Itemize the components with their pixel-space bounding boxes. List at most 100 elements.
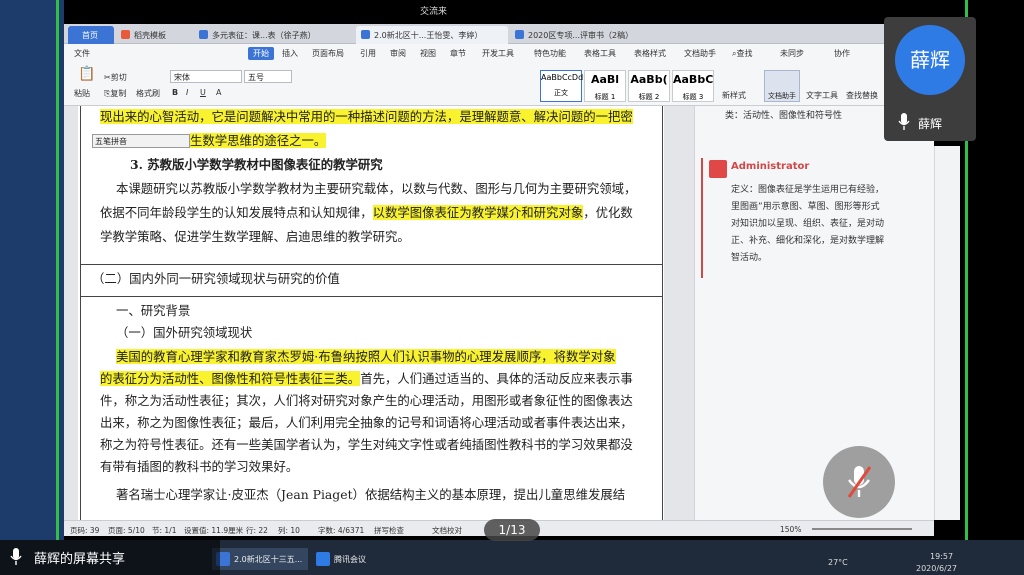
document-tab-bar: 首页 稻壳模板 多元表征：课...表（徐子燕） 2.0新北区十...王怡雯、李婷… [64,24,884,44]
italic-button[interactable]: I [186,88,188,97]
side-toolbar[interactable] [934,146,960,520]
doc-line: 学教学策略、促进学生数学理解、启迪思维的教学研究。 [100,229,410,244]
format-painter-button[interactable]: 格式刷 [136,88,160,99]
doc-line: 依据不同年龄段学生的认知发展特点和认知规律，以数学图像表征为教学媒介和研究对象，… [100,205,633,220]
doc-proof-button[interactable]: 文档校对 [432,525,462,536]
document-icon [199,30,208,39]
desktop-background [0,0,64,540]
meeting-icon [316,552,330,566]
tab-document-3[interactable]: 2020区专项...评审书（2稿） [510,26,660,44]
template-icon [121,30,130,39]
comment-author: Administrator [731,161,810,172]
table-row-divider [80,264,663,265]
ribbon-tab-insert[interactable]: 插入 [282,48,298,59]
ribbon-tab-doc-helper[interactable]: 文档助手 [684,48,716,59]
comment-preview-text: 类：活动性、图像性和符号性 [725,111,843,121]
doc-line: 的表征分为活动性、图像性和符号性表征三类。首先，人们通过适当的、具体的活动反应来… [100,371,633,386]
ribbon-tab-references[interactable]: 引用 [360,48,376,59]
ribbon-tab-table-tools[interactable]: 表格工具 [584,48,616,59]
doc-line: 生数学思维的途径之一。 [190,133,327,148]
paste-button[interactable]: 粘贴 [74,88,90,99]
strikethrough-button[interactable]: A [216,88,221,97]
ribbon-tab-review[interactable]: 审阅 [390,48,406,59]
ribbon-tab-chapter[interactable]: 章节 [450,48,466,59]
microphone-icon [10,548,22,565]
user-avatar-icon [709,160,727,178]
tab-document-2[interactable]: 2.0新北区十...王怡雯、李婷） [356,26,508,44]
taskbar-app-wps[interactable]: 2.0新北区十三五... [212,548,308,570]
cut-button[interactable]: ✂剪切 [104,72,127,83]
underline-button[interactable]: U [200,88,206,97]
style-heading-2[interactable]: AaBb(标题 2 [628,70,670,102]
presenter-name: 薛辉 [918,117,943,131]
document-page[interactable]: 现出来的心智活动，它是问题解决中常用的一种描述问题的方法，是理解题意、解决问题的… [78,106,664,520]
tab-document-1[interactable]: 多元表征：课...表（徐子燕） [194,26,354,44]
share-border-left [56,0,59,575]
ribbon: 文件 开始 插入 页面布局 引用 审阅 视图 章节 开发工具 特色功能 表格工具… [64,44,884,106]
collab-button[interactable]: 协作 [834,48,850,59]
ribbon-tabs: 文件 开始 插入 页面布局 引用 审阅 视图 章节 开发工具 特色功能 表格工具… [64,44,884,62]
font-name-select[interactable]: 宋体 [170,70,242,83]
doc-line: 出来，称之为图像性表征；最后，人们利用完全抽象的记号和词语将心理活动或者事件表达… [100,415,633,430]
tab-home[interactable]: 首页 [68,26,114,44]
doc-line: 件，称之为活动性表征；其次，人们将对研究对象产生的心理活动，用图形或者象征性的图… [100,393,633,408]
page-indicator[interactable]: 1/13 [484,519,540,541]
find-replace-button[interactable]: 查找替换 [846,90,878,101]
font-size-select[interactable]: 五号 [244,70,292,83]
status-col: 列: 10 [278,526,300,535]
style-heading-3[interactable]: AaBbC 标题 3 [672,70,714,102]
table-border-left [80,106,81,520]
comment-text: 定义：图像表征是学生运用已有经验， 里图画”用示意图、草图、图形等形式 对知识加… [731,185,885,263]
style-normal[interactable]: AaBbCcDd 正文 [540,70,583,102]
mute-button[interactable] [823,446,895,518]
input-method-toolbar[interactable]: 五笔拼音 [92,134,190,148]
document-icon [515,30,524,39]
presenter-avatar: 薛辉 [895,25,965,95]
paste-icon[interactable]: 📋 [78,66,95,82]
presenter-video-tile[interactable]: 薛辉 薛辉 [884,17,976,141]
doc-line: 美国的教育心理学家和教育家杰罗姆·布鲁纳按照人们认识事物的心理发展顺序，将数学对… [116,349,616,364]
document-area[interactable]: 现出来的心智活动，它是问题解决中常用的一种描述问题的方法，是理解题意、解决问题的… [64,106,694,520]
status-section: 节: 1/1 [152,526,177,535]
bold-button[interactable]: B [172,88,178,97]
doc-line: 称之为符号性表征。还有一些美国学者认为，学生对纯文字性或者纯插图性教科书的学习效… [100,437,633,452]
ribbon-tab-layout[interactable]: 页面布局 [312,48,344,59]
doc-line: 本课题研究以苏教版小学数学教材为主要研究载体，以数与代数、图形与几何为主要研究领… [116,181,637,196]
section-heading: 3. 苏教版小学数学教材中图像表征的教学研究 [130,157,383,172]
copy-button[interactable]: ⎘复制 [104,88,126,99]
file-menu[interactable]: 文件 [74,48,90,59]
doc-line: 著名瑞士心理学家让·皮亚杰（Jean Piaget）依据结构主义的基本原理，提出… [116,487,626,502]
zoom-slider[interactable] [812,528,912,530]
status-row: 行: 22 [246,526,268,535]
ribbon-tab-features[interactable]: 特色功能 [534,48,566,59]
new-style-button[interactable]: 新样式 [722,90,746,101]
tab-template[interactable]: 稻壳模板 [116,26,192,44]
zoom-level[interactable]: 150% [780,525,801,534]
ribbon-tab-home[interactable]: 开始 [248,47,274,60]
ribbon-tab-view[interactable]: 视图 [420,48,436,59]
microphone-muted-icon [847,466,872,498]
search-button[interactable]: ⌕查找 [732,48,752,59]
comment-card[interactable]: Administrator 定义：图像表征是学生运用已有经验， 里图画”用示意图… [701,158,929,278]
spell-check-button[interactable]: 拼写检查 [374,525,404,536]
doc-line: 现出来的心智活动，它是问题解决中常用的一种描述问题的方法，是理解题意、解决问题的… [100,109,633,124]
comment-pane: 类：活动性、图像性和符号性 Administrator 定义：图像表征是学生运用… [694,106,934,520]
window-title: 交流来 [420,7,448,17]
screen: 交流来 首页 稻壳模板 多元表征：课...表（徐子燕） 2.0新北区十...王怡… [0,0,1024,575]
text-tools-button[interactable]: 文字工具 [806,90,838,101]
document-icon [361,30,370,39]
ribbon-tab-table-style[interactable]: 表格样式 [634,48,666,59]
doc-line: 有带有插图的教科书的学习效果好。 [100,459,299,474]
status-page[interactable]: 页面: 5/10 [108,525,145,536]
doc-line: （一）国外研究领域现状 [116,325,253,340]
ribbon-tab-developer[interactable]: 开发工具 [482,48,514,59]
status-words[interactable]: 字数: 4/6371 [318,525,364,536]
taskbar-app-meeting[interactable]: 腾讯会议 [312,548,386,570]
style-heading-1[interactable]: AaBl 标题 1 [584,70,626,102]
doc-helper-button[interactable]: 文档助手 [764,70,800,102]
clock-time: 19:57 [930,552,954,561]
sync-status[interactable]: 未同步 [780,48,804,59]
weather: 27°C [828,558,848,567]
screen-share-label: 薛辉的屏幕共享 [0,540,220,575]
doc-line: 一、研究背景 [116,303,191,318]
